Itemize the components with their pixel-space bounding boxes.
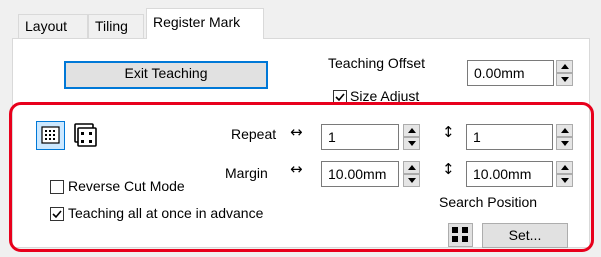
checkmark-icon xyxy=(335,93,345,102)
tab-tiling[interactable]: Tiling xyxy=(88,14,144,38)
teaching-offset-label: Teaching Offset xyxy=(328,55,426,71)
margin-label: Margin xyxy=(225,165,268,181)
teaching-offset-spinner[interactable] xyxy=(556,60,573,86)
repeat-vertical-spinner[interactable] xyxy=(556,124,573,150)
margin-vertical-field[interactable]: 10.00mm xyxy=(466,161,553,187)
size-adjust-checkbox[interactable] xyxy=(333,90,347,104)
margin-vertical-up[interactable] xyxy=(556,161,573,174)
tab-layout[interactable]: Layout xyxy=(18,14,88,38)
margin-vertical-spinner[interactable] xyxy=(556,161,573,187)
repeat-vertical-field[interactable]: 1 xyxy=(466,124,553,150)
grid-mode-button[interactable] xyxy=(36,121,65,150)
margin-horizontal-up[interactable] xyxy=(403,161,420,174)
margin-horizontal-field[interactable]: 10.00mm xyxy=(321,161,399,187)
margin-horizontal-arrow: ↔ xyxy=(290,160,303,178)
checkmark-icon xyxy=(52,210,62,219)
size-adjust-label: Size Adjust xyxy=(350,88,420,104)
repeat-horizontal-down[interactable] xyxy=(403,137,420,150)
tab-layout-label: Layout xyxy=(25,18,68,34)
repeat-horizontal-arrow: ↔ xyxy=(290,123,303,141)
repeat-horizontal-up[interactable] xyxy=(403,124,420,137)
repeat-vertical-down[interactable] xyxy=(556,137,573,150)
margin-vertical-arrow: ↕ xyxy=(442,160,455,178)
margin-horizontal-down[interactable] xyxy=(403,174,420,187)
grid-mode-icon xyxy=(41,126,60,144)
repeat-vertical-up[interactable] xyxy=(556,124,573,137)
set-button[interactable]: Set... xyxy=(482,223,568,248)
repeat-label: Repeat xyxy=(231,126,277,142)
multi-sheet-icon xyxy=(74,123,97,147)
margin-horizontal-spinner[interactable] xyxy=(403,161,420,187)
teaching-offset-field[interactable]: 0.00mm xyxy=(467,60,554,86)
panel-cover xyxy=(13,105,589,115)
multi-sheet-button[interactable] xyxy=(70,121,99,150)
repeat-horizontal-spinner[interactable] xyxy=(403,124,420,150)
search-position-label: Search Position xyxy=(439,194,538,210)
teaching-all-at-once-label: Teaching all at once in advance xyxy=(68,205,264,221)
exit-teaching-button[interactable]: Exit Teaching xyxy=(64,61,268,89)
teaching-all-at-once-checkbox[interactable] xyxy=(50,207,64,221)
tab-register-mark-label: Register Mark xyxy=(153,14,241,30)
tab-register-mark[interactable]: Register Mark xyxy=(146,8,264,39)
teaching-offset-down[interactable] xyxy=(556,73,573,86)
tab-tiling-label: Tiling xyxy=(95,18,128,34)
reverse-cut-mode-checkbox[interactable] xyxy=(50,180,64,194)
teaching-offset-up[interactable] xyxy=(556,60,573,73)
margin-vertical-down[interactable] xyxy=(556,174,573,187)
search-position-button[interactable] xyxy=(448,223,473,247)
repeat-vertical-arrow: ↕ xyxy=(442,123,455,141)
reverse-cut-mode-label: Reverse Cut Mode xyxy=(68,178,185,194)
repeat-horizontal-field[interactable]: 1 xyxy=(321,124,399,150)
search-position-icon xyxy=(452,227,468,242)
